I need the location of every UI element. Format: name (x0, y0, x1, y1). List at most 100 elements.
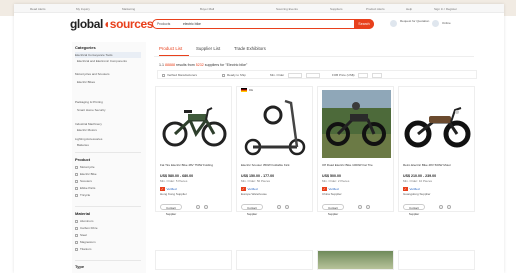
search-button[interactable]: Search (354, 19, 374, 29)
product-filter-label: Scooters (80, 179, 92, 183)
product-price: US$ 500.00 (322, 174, 341, 178)
product-image[interactable] (322, 90, 391, 158)
checkbox[interactable] (75, 193, 78, 197)
product-filter[interactable]: Tricycle (75, 193, 90, 197)
divider (75, 260, 141, 261)
country-code: DE (249, 88, 254, 92)
ready-filter[interactable]: Ready to Ship (222, 73, 246, 77)
top-link[interactable]: Marketing (122, 7, 135, 11)
product-filter[interactable]: Motorcycle (75, 165, 95, 169)
checkbox[interactable] (222, 73, 225, 77)
favorite-icon[interactable] (366, 205, 370, 209)
checkbox[interactable] (75, 219, 78, 223)
checkbox[interactable] (162, 73, 165, 77)
material-filter[interactable]: Magnesium (75, 240, 96, 244)
material-filter[interactable]: Steel (75, 233, 87, 237)
tab-trade-exhibitors[interactable]: Trade Exhibitors (234, 46, 266, 51)
supplier-name[interactable]: China Supplier (322, 192, 342, 196)
fob-min-input[interactable] (358, 72, 368, 78)
product-title[interactable]: Electric Scooter 350W Foldable Kick (241, 164, 310, 168)
tab-product-list[interactable]: Product List (159, 46, 182, 51)
favorite-icon[interactable] (204, 205, 208, 209)
product-card[interactable] (398, 250, 475, 270)
top-link[interactable]: Buyer Mall (200, 7, 214, 11)
contact-supplier-button[interactable]: Contact Supplier (322, 204, 344, 216)
category-item[interactable]: Batteries (77, 143, 89, 147)
product-card[interactable]: Off Road Electric Bike 1000W Fat Tire US… (317, 86, 394, 216)
product-title[interactable]: Retro Electric Bike 48V 500W Motor (403, 164, 472, 168)
product-moq: Min. Order: 2 Pieces (322, 179, 350, 183)
supplier-name[interactable]: Guangdong Supplier (403, 192, 431, 196)
top-link[interactable]: Sourcing Events (276, 7, 298, 11)
verified-filter[interactable]: Verified Manufacturers (162, 73, 197, 77)
category-item[interactable]: Electrical Conveyance Tools (75, 53, 112, 57)
category-item[interactable]: Smart Home Security (77, 108, 106, 112)
category-item[interactable]: Electric Bikes (77, 80, 95, 84)
material-filter[interactable]: Aluminum (75, 219, 93, 223)
chat-icon[interactable] (358, 205, 362, 209)
top-link[interactable]: Product Alerts (366, 7, 385, 11)
product-filter[interactable]: Scooters (75, 179, 92, 183)
checkbox[interactable] (75, 247, 78, 251)
top-link[interactable]: Read Alerts (30, 7, 46, 11)
product-filter[interactable]: Electric Bike (75, 172, 97, 176)
material-filter[interactable]: Carbon Fibre (75, 226, 98, 230)
category-item[interactable]: Lighting Accessories (75, 137, 102, 141)
checkbox[interactable] (75, 233, 78, 237)
top-link[interactable]: Suppliers (330, 7, 343, 11)
rfq-link[interactable]: Request for Quotation (400, 19, 430, 24)
product-heading: Product (75, 157, 91, 162)
search-category-select[interactable]: Products (157, 22, 177, 27)
contact-supplier-button[interactable]: Contact Supplier (403, 204, 425, 216)
checkbox[interactable] (75, 186, 78, 190)
checkbox[interactable] (75, 172, 78, 176)
checkbox[interactable] (75, 240, 78, 244)
site-logo[interactable]: global◖sources (70, 17, 153, 31)
search-input[interactable]: electric bike (183, 22, 201, 26)
user-icon[interactable] (432, 20, 439, 27)
product-price: US$ 210.00 - 239.00 (403, 174, 437, 178)
product-title[interactable]: Fat Tire Electric Bike 48V 750W Folding (160, 164, 229, 168)
category-item[interactable]: Motorcycles and Scooters (75, 72, 110, 76)
verified-badge: ✓ Verified (322, 187, 339, 191)
product-image[interactable] (160, 90, 229, 158)
product-image[interactable] (403, 90, 472, 158)
checkbox[interactable] (75, 179, 78, 183)
supplier-name[interactable]: Hong Kong Supplier (160, 192, 187, 196)
product-card[interactable]: DE Electric Scooter 350W Foldable Kick U… (236, 86, 313, 216)
checkbox[interactable] (75, 165, 78, 169)
supplier-name[interactable]: Europe Warehouse (241, 192, 267, 196)
contact-supplier-button[interactable]: Contact Supplier (241, 204, 263, 216)
category-item[interactable]: Packaging & Printing (75, 100, 103, 104)
verified-icon: ✓ (403, 187, 408, 191)
chat-icon[interactable] (196, 205, 200, 209)
tab-supplier-list[interactable]: Supplier List (196, 46, 220, 51)
min-order-input[interactable] (288, 72, 302, 78)
rfq-icon[interactable] (390, 20, 397, 27)
online-link[interactable]: Online (442, 21, 451, 26)
contact-supplier-button[interactable]: Contact Supplier (160, 204, 182, 216)
top-link[interactable]: Help (406, 7, 412, 11)
tab-divider (154, 56, 474, 57)
fob-max-input[interactable] (372, 72, 382, 78)
chat-icon[interactable] (277, 205, 281, 209)
product-card[interactable]: Fat Tire Electric Bike 48V 750W Folding … (155, 86, 232, 216)
favorite-icon[interactable] (285, 205, 289, 209)
product-card[interactable]: Retro Electric Bike 48V 500W Motor US$ 2… (398, 86, 475, 216)
product-title[interactable]: Off Road Electric Bike 1000W Fat Tire (322, 164, 391, 168)
category-item[interactable]: Industrial Machinery (75, 122, 102, 126)
product-card[interactable] (155, 250, 232, 270)
product-card[interactable] (317, 250, 394, 270)
top-link[interactable]: My Inquiry (76, 7, 90, 11)
chat-icon[interactable] (439, 205, 443, 209)
min-order-unit-select[interactable] (306, 72, 320, 78)
category-item[interactable]: Electrical and Electronic Components (77, 59, 127, 63)
product-filter[interactable]: Ebike Parts (75, 186, 95, 190)
checkbox[interactable] (75, 226, 78, 230)
product-image[interactable] (241, 95, 310, 158)
top-link[interactable]: Sign In / Register (434, 7, 457, 11)
material-filter[interactable]: Titanium (75, 247, 91, 251)
favorite-icon[interactable] (447, 205, 451, 209)
category-item[interactable]: Electric Motors (77, 128, 97, 132)
product-card[interactable] (236, 250, 313, 270)
